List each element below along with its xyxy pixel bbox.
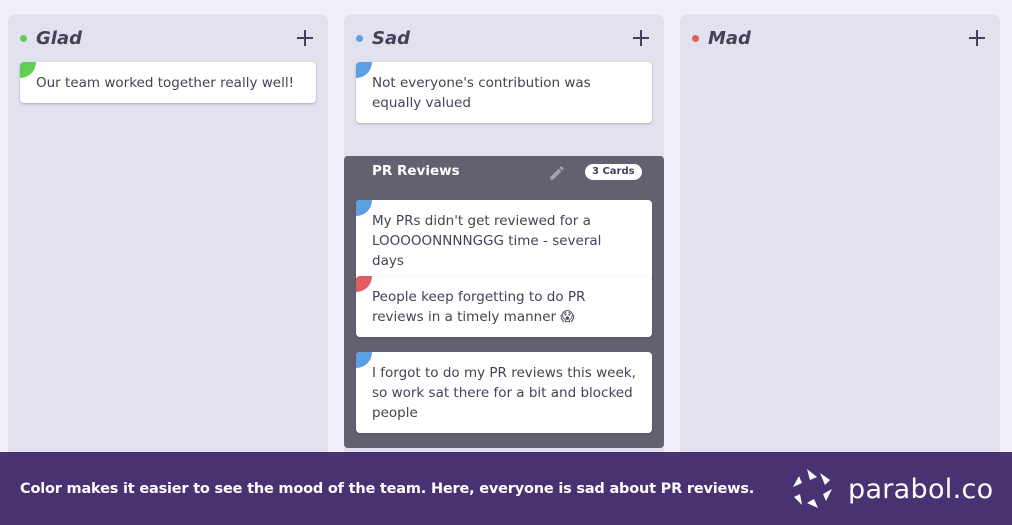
reflection-group[interactable]: PR Reviews 3 Cards My PRs didn't get rev… [344, 156, 664, 448]
card-text: Not everyone's contribution was equally … [372, 75, 591, 111]
card-text: People keep forgetting to do PR reviews … [372, 289, 586, 325]
column-header: Glad [20, 26, 316, 50]
card-text: My PRs didn't get reviewed for a LOOOOON… [372, 213, 602, 269]
reflection-card[interactable]: People keep forgetting to do PR reviews … [356, 276, 652, 337]
column-header: Sad [356, 26, 652, 50]
reflection-card[interactable]: Our team worked together really well! [20, 62, 316, 103]
column-header: Mad [692, 26, 988, 50]
caption-text: Color makes it easier to see the mood of… [20, 481, 755, 497]
card-count-badge: 3 Cards [585, 164, 642, 180]
column-title: Mad [708, 27, 751, 49]
column-title: Sad [372, 27, 410, 49]
logo-text: parabol.co [848, 473, 994, 505]
mad-color-dot [692, 34, 699, 42]
column-mad: Mad [680, 14, 1000, 474]
caption-banner: Color makes it easier to see the mood of… [0, 452, 1012, 525]
mood-color-corner [356, 62, 372, 78]
sad-color-dot [356, 34, 363, 42]
add-card-button[interactable] [966, 27, 988, 49]
mood-color-corner [356, 200, 372, 216]
mood-color-corner [356, 276, 372, 292]
parabol-logo: parabol.co [790, 467, 993, 511]
pencil-icon[interactable] [548, 164, 566, 182]
reflection-card[interactable]: My PRs didn't get reviewed for a LOOOOON… [356, 200, 652, 281]
glad-color-dot [20, 34, 27, 42]
column-sad: Sad Not everyone's contribution was equa… [344, 14, 664, 474]
add-card-button[interactable] [294, 27, 316, 49]
mood-color-corner [20, 62, 36, 78]
card-text: Our team worked together really well! [36, 75, 294, 91]
group-title[interactable]: PR Reviews [372, 163, 460, 179]
reflection-card[interactable]: I forgot to do my PR reviews this week, … [356, 352, 652, 433]
column-glad: Glad Our team worked together really wel… [8, 14, 328, 474]
mood-color-corner [356, 352, 372, 368]
card-text: I forgot to do my PR reviews this week, … [372, 365, 636, 421]
parabol-logo-icon [793, 469, 832, 508]
add-card-button[interactable] [630, 27, 652, 49]
column-title: Glad [36, 27, 82, 49]
reflection-card[interactable]: Not everyone's contribution was equally … [356, 62, 652, 123]
